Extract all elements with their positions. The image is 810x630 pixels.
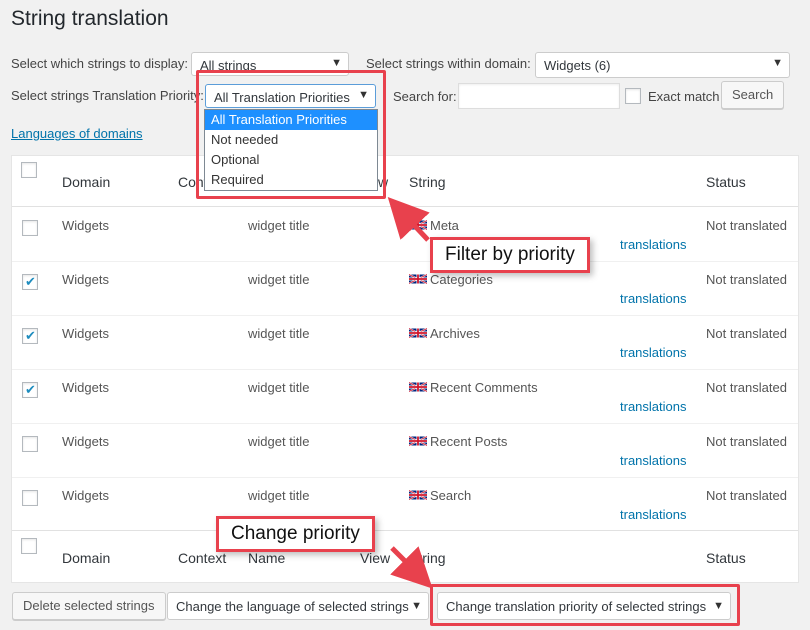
change-priority-callout: Change priority <box>216 516 375 552</box>
filter-by-priority-callout: Filter by priority <box>430 237 590 273</box>
callout-arrows <box>387 197 433 589</box>
